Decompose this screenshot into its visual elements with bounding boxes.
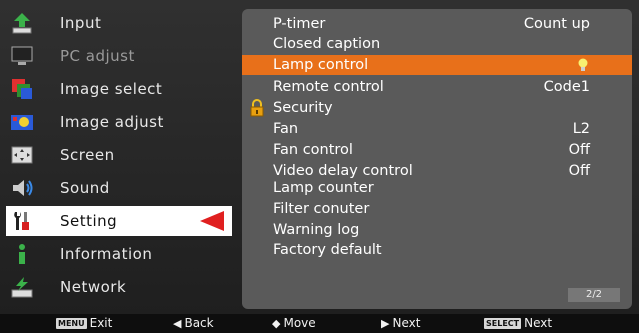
network-icon — [10, 275, 34, 299]
row-label: Warning log — [273, 222, 360, 238]
lamp-bulb-icon — [578, 58, 588, 72]
image-select-icon — [10, 77, 34, 101]
setting-row-fan-control[interactable]: Fan control Off — [242, 140, 632, 160]
menu-item-label: Image select — [60, 80, 163, 98]
menu-item-network[interactable]: Network — [6, 272, 232, 302]
projector-osd-menu: Input PC adjust Image select Image adjus… — [0, 0, 639, 333]
setting-row-security[interactable]: Security — [242, 98, 632, 118]
setting-submenu-panel: P-timer Count up Closed caption Lamp con… — [242, 9, 632, 309]
row-value: Off — [568, 142, 590, 158]
menu-item-label: Input — [60, 14, 102, 32]
sound-icon — [10, 176, 34, 200]
row-label: Closed caption — [273, 36, 381, 52]
menu-item-setting[interactable]: Setting — [6, 206, 232, 236]
row-label: Lamp control — [273, 57, 369, 73]
exit-hint: MENU Exit — [56, 314, 112, 333]
menu-item-label: Setting — [60, 212, 118, 230]
page-indicator: 2/2 — [568, 288, 620, 302]
image-adjust-icon — [10, 110, 34, 134]
menu-item-label: Information — [60, 245, 153, 263]
right-arrow-icon: ▶ — [381, 317, 390, 330]
setting-row-lamp-control[interactable]: Lamp control — [242, 55, 632, 75]
row-label: Fan — [273, 121, 299, 137]
information-icon — [10, 242, 34, 266]
row-value: Code1 — [543, 79, 590, 95]
pc-adjust-icon — [10, 44, 34, 68]
selected-pointer-icon — [200, 211, 224, 231]
row-label: Fan control — [273, 142, 353, 158]
setting-row-closed-caption[interactable]: Closed caption — [242, 34, 632, 54]
menu-item-label: Network — [60, 278, 127, 296]
next-label: Next — [392, 316, 421, 330]
lock-icon — [248, 99, 266, 117]
row-label: P-timer — [273, 16, 326, 32]
menu-item-label: Sound — [60, 179, 110, 197]
menu-item-pc-adjust[interactable]: PC adjust — [6, 41, 232, 71]
move-label: Move — [283, 316, 316, 330]
menu-item-image-select[interactable]: Image select — [6, 74, 232, 104]
menu-item-label: PC adjust — [60, 47, 135, 65]
setting-row-p-timer[interactable]: P-timer Count up — [242, 14, 632, 34]
setting-row-remote-control[interactable]: Remote control Code1 — [242, 77, 632, 97]
menu-item-label: Image adjust — [60, 113, 164, 131]
next-arrow-hint: ▶ Next — [381, 314, 420, 333]
menu-item-sound[interactable]: Sound — [6, 173, 232, 203]
setting-row-fan[interactable]: Fan L2 — [242, 119, 632, 139]
exit-label: Exit — [89, 316, 113, 330]
menu-key-icon: MENU — [56, 318, 87, 329]
setting-row-filter-counter[interactable]: Filter conuter — [242, 199, 632, 219]
input-icon — [10, 11, 34, 35]
back-label: Back — [184, 316, 214, 330]
left-arrow-icon: ◀ — [173, 317, 182, 330]
move-hint: ◆ Move — [272, 314, 316, 333]
row-label: Filter conuter — [273, 201, 370, 217]
select-key-icon: SELECT — [484, 318, 522, 329]
setting-row-lamp-counter[interactable]: Lamp counter — [242, 178, 632, 198]
next-select-hint: SELECT Next — [484, 314, 552, 333]
next-select-label: Next — [524, 316, 553, 330]
key-guide-bar: MENU Exit ◀ Back ◆ Move ▶ Next SELECT Ne… — [0, 314, 639, 333]
row-value: Count up — [523, 16, 590, 32]
menu-item-information[interactable]: Information — [6, 239, 232, 269]
menu-item-input[interactable]: Input — [6, 8, 232, 38]
main-menu: Input PC adjust Image select Image adjus… — [6, 6, 232, 309]
back-hint: ◀ Back — [173, 314, 214, 333]
row-label: Factory default — [273, 242, 382, 258]
row-label: Security — [273, 100, 333, 116]
row-label: Lamp counter — [273, 180, 374, 196]
setting-row-warning-log[interactable]: Warning log — [242, 220, 632, 240]
row-value: L2 — [572, 121, 590, 137]
menu-item-label: Screen — [60, 146, 115, 164]
setting-row-factory-default[interactable]: Factory default — [242, 240, 632, 260]
move-arrows-icon: ◆ — [272, 317, 281, 330]
setting-icon — [10, 209, 34, 233]
row-label: Remote control — [273, 79, 384, 95]
menu-item-image-adjust[interactable]: Image adjust — [6, 107, 232, 137]
menu-item-screen[interactable]: Screen — [6, 140, 232, 170]
screen-icon — [10, 143, 34, 167]
